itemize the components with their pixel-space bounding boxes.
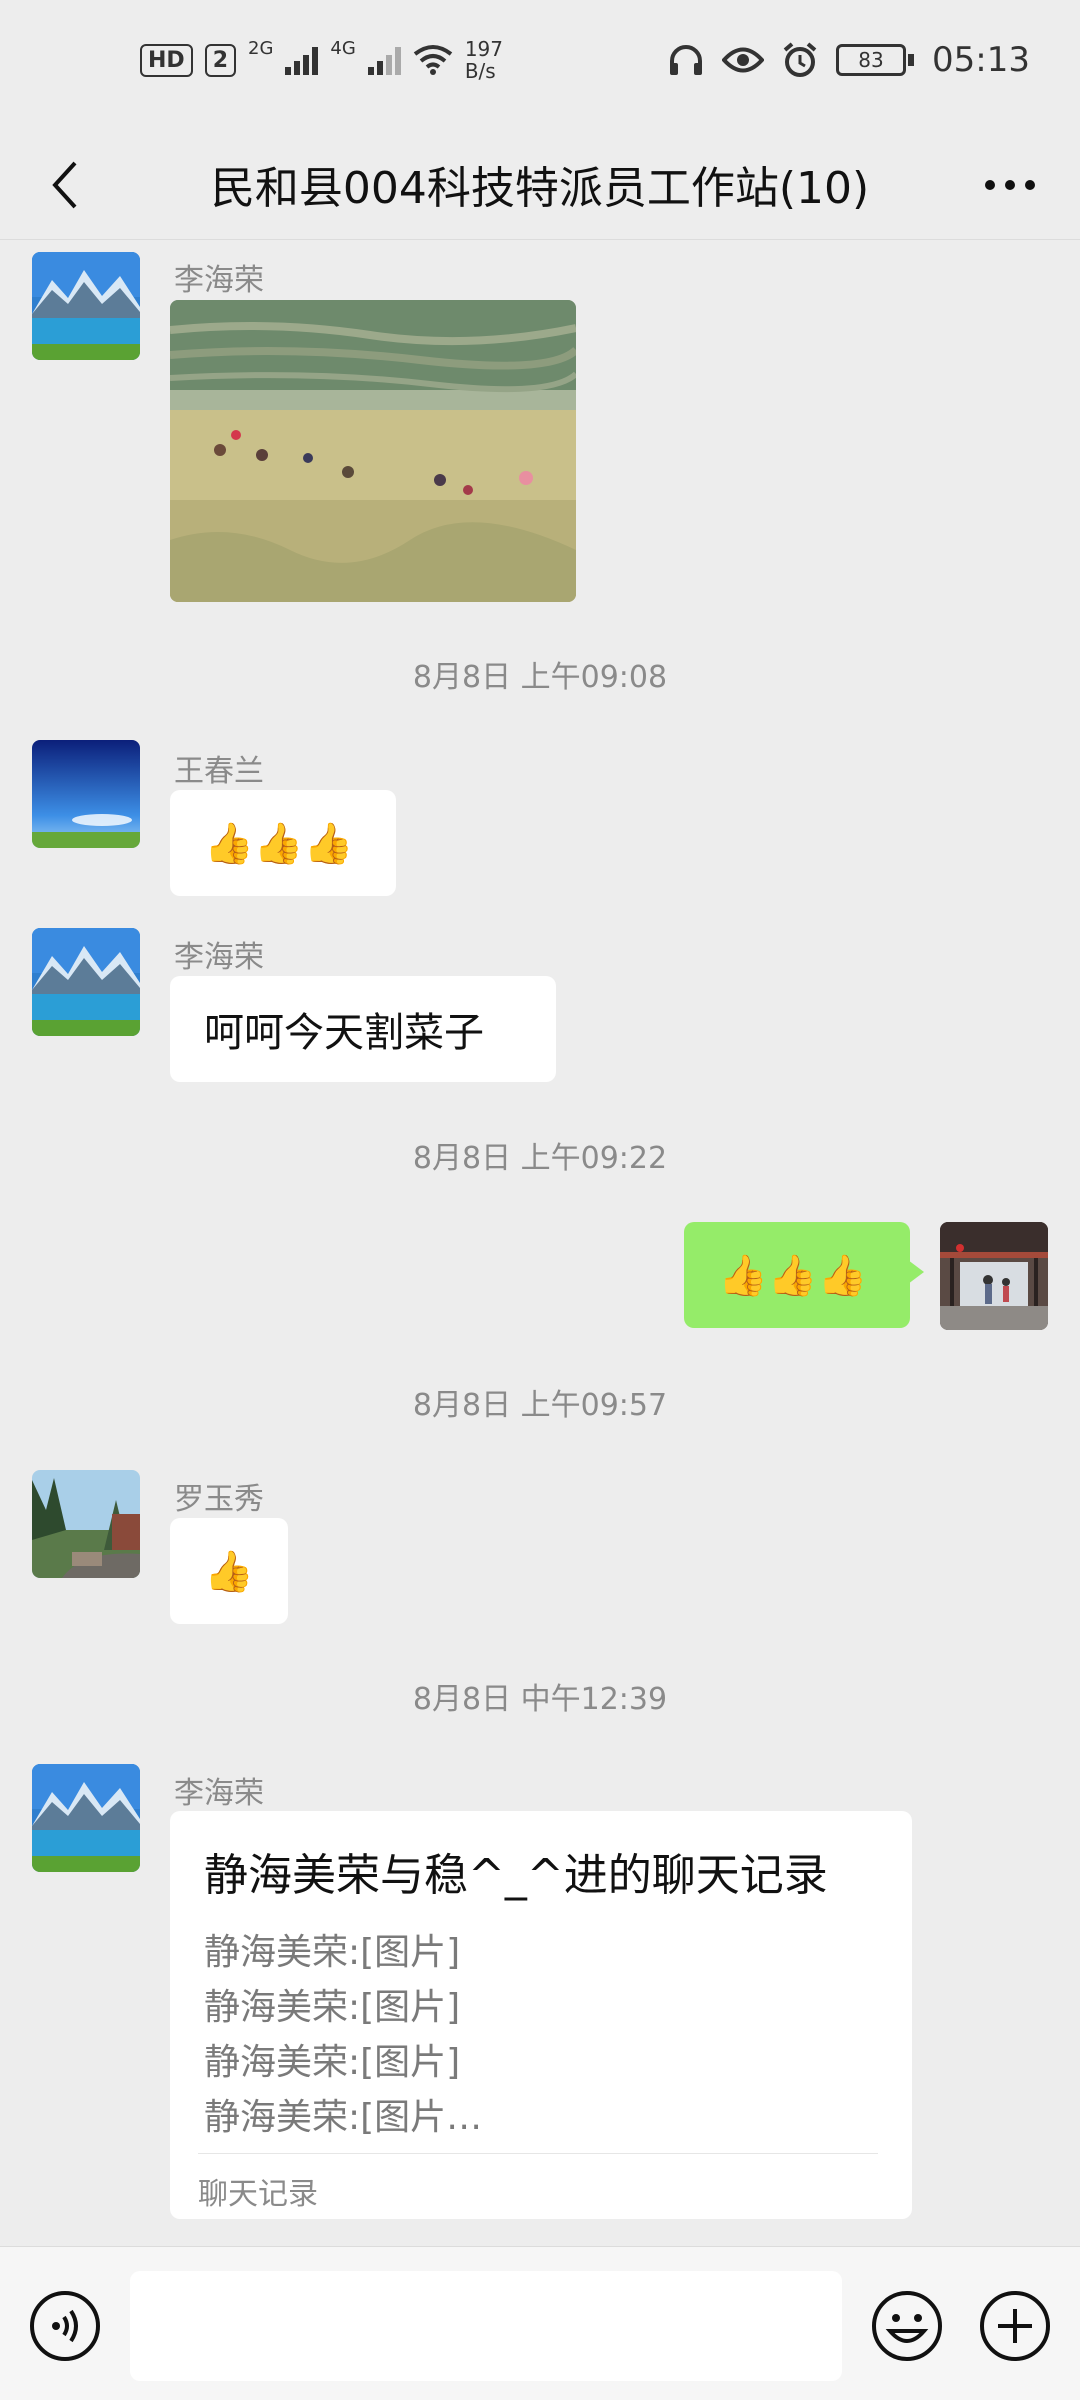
sender-name: 李海荣 [174,263,264,298]
sender-name: 罗玉秀 [174,1482,264,1517]
chat-title: 民和县004科技特派员工作站(10) [210,163,870,214]
emoji-button[interactable] [870,2289,944,2363]
sim-indicator: 2 [204,43,236,77]
status-bar: HD 2 2G 4G 197 B/s 83 05:13 [0,0,1080,130]
wifi-icon [413,45,453,75]
eye-icon [722,47,765,73]
network-type-1: 2G [248,38,274,59]
network-type-2: 4G [330,38,356,59]
timestamp: 8月8日 上午09:08 [412,660,668,695]
message-text: 呵呵今天割菜子 [204,1010,484,1056]
net-speed: 197 B/s [465,38,503,82]
voice-icon [30,2291,100,2361]
net-speed-value: 197 [464,37,503,61]
chat-record-line: 静海美荣:[图片] [204,2042,461,2083]
chat-record-footer: 聊天记录 [198,2177,318,2212]
message-image[interactable] [170,300,576,602]
avatar[interactable] [32,1470,140,1578]
plus-button[interactable] [978,2289,1052,2363]
sender-name: 李海荣 [174,940,264,975]
chat-record-line: 静海美荣:[图片… [204,2097,483,2138]
avatar-self[interactable] [940,1222,1048,1330]
message-bubble[interactable]: 👍👍👍 [170,790,396,896]
timestamp: 8月8日 中午12:39 [412,1682,668,1717]
net-speed-unit: B/s [464,59,496,83]
alarm-icon [783,42,817,77]
battery-icon: 83 [836,44,907,76]
message-bubble-self[interactable]: 👍👍👍 [684,1222,924,1328]
message-bubble[interactable]: 呵呵今天割菜子 [170,976,556,1082]
back-button[interactable] [30,150,100,220]
signal-icon-2 [367,45,401,75]
chat-record-card[interactable]: 静海美荣与稳^_^进的聊天记录 静海美荣:[图片] 静海美荣:[图片] 静海美荣… [170,1811,912,2219]
emoji-icon [872,2291,942,2361]
status-right-group: 83 05:13 [668,40,1030,80]
avatar[interactable] [32,1764,140,1872]
message-bubble[interactable]: 👍 [170,1518,288,1624]
chevron-left-icon [52,161,77,209]
signal-icon [285,45,319,75]
sender-name: 王春兰 [174,754,264,789]
thumbs-up-emoji: 👍👍👍 [204,820,354,867]
message-input[interactable] [130,2271,842,2381]
chat-record-line: 静海美荣:[图片] [204,1987,461,2028]
status-time: 05:13 [932,40,1030,80]
avatar[interactable] [32,928,140,1036]
sender-name: 李海荣 [174,1776,264,1811]
chat-header: 民和县004科技特派员工作站(10) [0,130,1080,240]
more-button[interactable] [970,150,1050,220]
more-icon [985,180,1035,190]
hd-indicator: HD [140,43,193,77]
chat-record-line: 静海美荣:[图片] [204,1932,461,1973]
divider [198,2153,878,2154]
chat-record-title: 静海美荣与稳^_^进的聊天记录 [204,1850,828,1901]
avatar[interactable] [32,252,140,360]
avatar[interactable] [32,740,140,848]
thumbs-up-emoji: 👍👍👍 [718,1252,868,1299]
timestamp: 8月8日 上午09:22 [412,1141,668,1176]
status-left-group: HD 2 2G 4G 197 B/s [140,38,503,82]
plus-icon [980,2291,1050,2361]
timestamp: 8月8日 上午09:57 [412,1388,668,1423]
input-bar [0,2246,1080,2400]
headphones-icon [670,45,703,75]
battery-level: 83 [858,48,884,72]
thumbs-up-emoji: 👍 [204,1548,254,1595]
voice-button[interactable] [28,2289,102,2363]
